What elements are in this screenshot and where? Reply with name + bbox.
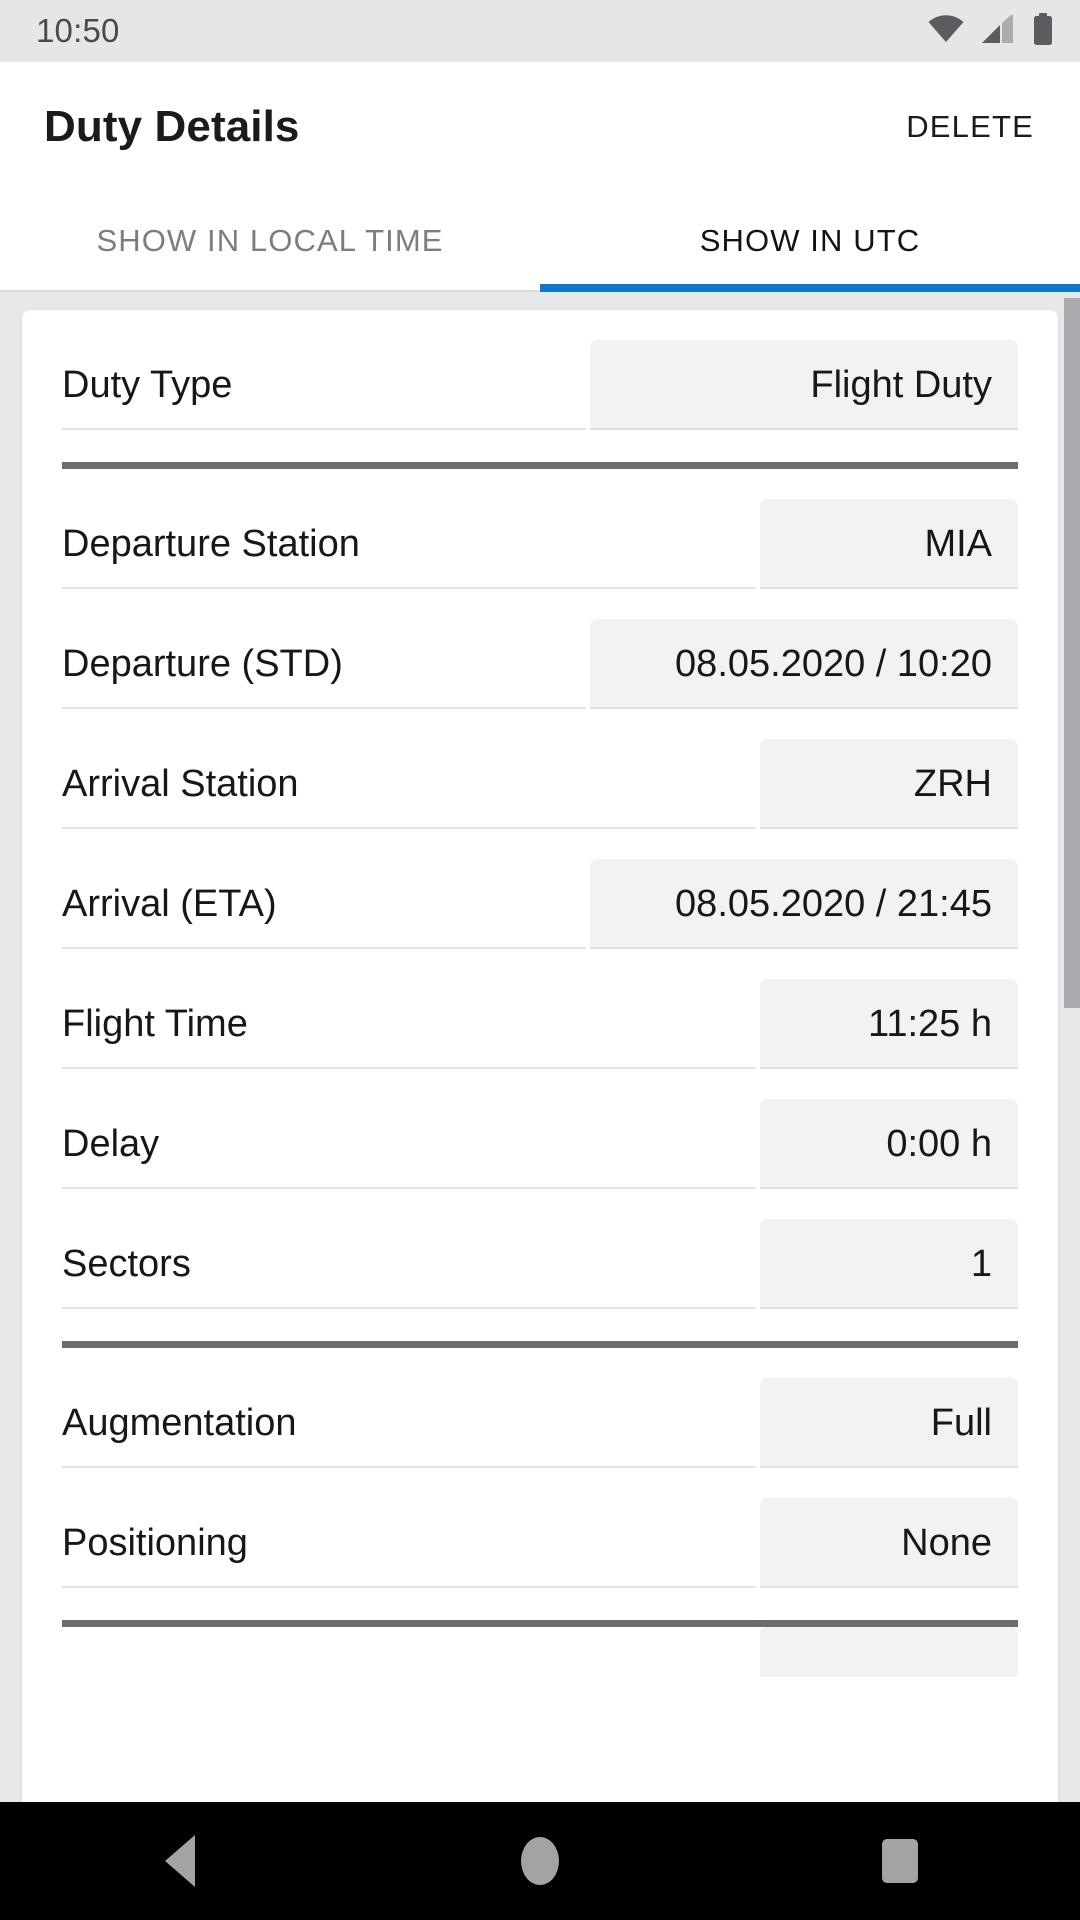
nav-recents-button[interactable] [820,1802,980,1920]
field-label: Departure Station [62,525,756,589]
field-label: Departure (STD) [62,645,586,709]
field-label: Duty Type [62,366,586,430]
field-value-flight-time[interactable]: 11:25 h [760,979,1018,1069]
page-title: Duty Details [44,102,300,151]
cellular-signal-icon [982,12,1014,48]
form-row-sectors[interactable]: Sectors 1 [62,1189,1018,1309]
android-navigation-bar [0,1802,1080,1920]
back-icon [165,1835,195,1887]
tab-show-in-utc[interactable]: SHOW IN UTC [540,192,1080,292]
form-row-flight-time[interactable]: Flight Time 11:25 h [62,949,1018,1069]
field-label: Arrival (ETA) [62,885,586,949]
field-value-clipped[interactable] [760,1627,1018,1677]
section-divider [62,1341,1018,1348]
field-value-arrival-eta[interactable]: 08.05.2020 / 21:45 [590,859,1018,949]
tab-bar: SHOW IN LOCAL TIME SHOW IN UTC [0,192,1080,292]
status-bar-icons [928,12,1054,50]
section-divider [62,1620,1018,1627]
field-label: Positioning [62,1524,756,1588]
field-value-arrival-station[interactable]: ZRH [760,739,1018,829]
form-row-departure-station[interactable]: Departure Station MIA [62,469,1018,589]
status-bar: 10:50 [0,0,1080,62]
tab-label: SHOW IN UTC [699,223,921,258]
form-section-clipped [62,1627,1018,1747]
delete-button[interactable]: DELETE [896,97,1044,157]
form-row-arrival-station[interactable]: Arrival Station ZRH [62,709,1018,829]
form-section-crew: Augmentation Full Positioning None [62,1348,1018,1588]
form-row-clipped[interactable] [62,1627,1018,1747]
field-label: Augmentation [62,1404,756,1468]
tab-show-in-local-time[interactable]: SHOW IN LOCAL TIME [0,192,540,290]
form-row-delay[interactable]: Delay 0:00 h [62,1069,1018,1189]
recents-icon [882,1839,918,1883]
form-row-arrival-eta[interactable]: Arrival (ETA) 08.05.2020 / 21:45 [62,829,1018,949]
form-row-duty-type[interactable]: Duty Type Flight Duty [62,310,1018,430]
vertical-scrollbar[interactable] [1064,298,1080,1008]
field-label [62,1627,756,1651]
field-label: Flight Time [62,1005,756,1069]
section-divider [62,462,1018,469]
tab-label: SHOW IN LOCAL TIME [96,223,444,258]
form-section-flight: Departure Station MIA Departure (STD) 08… [62,469,1018,1309]
scroll-area[interactable]: Duty Type Flight Duty Departure Station … [0,292,1080,1802]
app-bar: Duty Details DELETE [0,62,1080,192]
field-value-delay[interactable]: 0:00 h [760,1099,1018,1189]
form-row-augmentation[interactable]: Augmentation Full [62,1348,1018,1468]
field-value-departure-station[interactable]: MIA [760,499,1018,589]
duty-details-card: Duty Type Flight Duty Departure Station … [22,310,1058,1802]
nav-back-button[interactable] [100,1802,260,1920]
field-value-positioning[interactable]: None [760,1498,1018,1588]
field-value-duty-type[interactable]: Flight Duty [590,340,1018,430]
battery-icon [1032,12,1054,50]
status-bar-clock: 10:50 [36,12,120,49]
wifi-icon [928,14,964,48]
nav-home-button[interactable] [460,1802,620,1920]
field-label: Arrival Station [62,765,756,829]
form-row-departure-std[interactable]: Departure (STD) 08.05.2020 / 10:20 [62,589,1018,709]
form-row-positioning[interactable]: Positioning None [62,1468,1018,1588]
field-value-departure-std[interactable]: 08.05.2020 / 10:20 [590,619,1018,709]
home-icon [521,1837,559,1885]
form-section-duty-type: Duty Type Flight Duty [62,310,1018,430]
field-value-augmentation[interactable]: Full [760,1378,1018,1468]
field-value-sectors[interactable]: 1 [760,1219,1018,1309]
field-label: Sectors [62,1245,756,1309]
phone-screen: 10:50 Duty Details DELETE SHOW IN LOCAL … [0,0,1080,1920]
field-label: Delay [62,1125,756,1189]
